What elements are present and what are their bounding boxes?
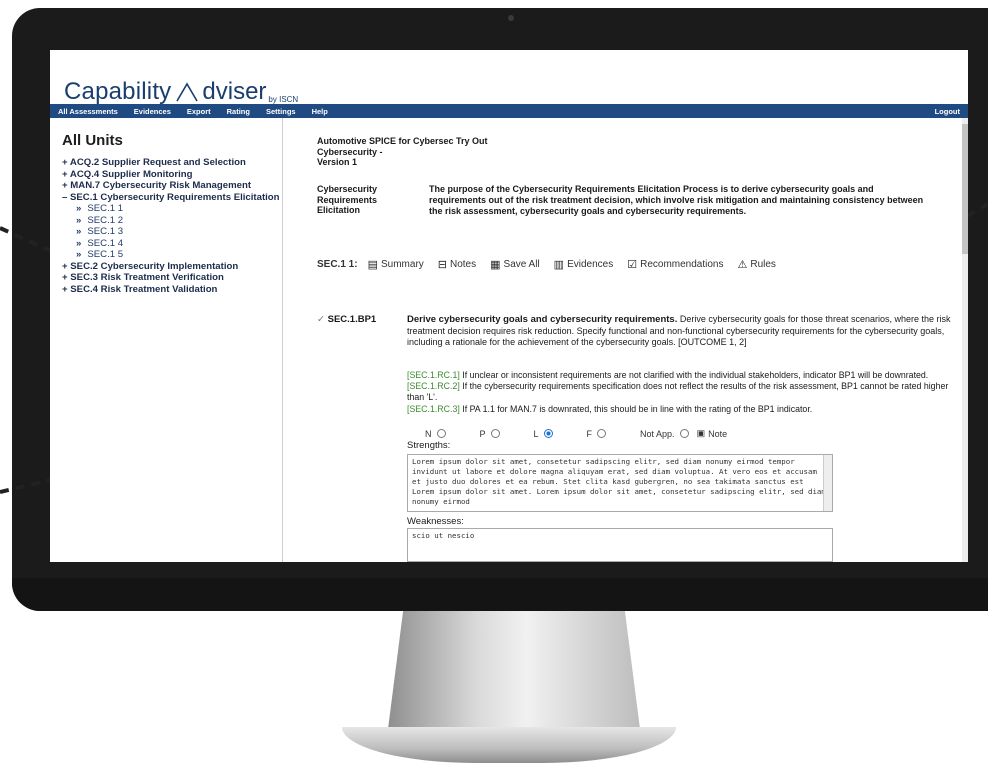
radio-icon xyxy=(679,429,689,438)
rule-code: [SEC.1.RC.2] xyxy=(407,381,460,392)
recommendations-icon: ☑ xyxy=(627,259,638,271)
rating-option-n[interactable]: N xyxy=(425,428,446,439)
logo-word-capability: Capability xyxy=(64,78,172,105)
radio-icon xyxy=(436,429,446,438)
top-menu-bar: All Assessments Evidences Export Rating … xyxy=(50,104,968,118)
note-icon: ▣ xyxy=(696,428,706,438)
tree-subitem-sec1-5[interactable]: » SEC.1 5 xyxy=(62,249,282,261)
chevron-right-icon: » xyxy=(76,214,82,226)
menu-settings[interactable]: Settings xyxy=(258,107,304,116)
rules-button[interactable]: ⚠ Rules xyxy=(737,258,775,271)
assessment-version: Version 1 xyxy=(317,157,358,167)
app-screen: Capability dviser by ISCN All Assessment… xyxy=(50,50,968,562)
unit-toolbar: SEC.1 1: ▤ Summary ⊟ Notes ▦ Save All ▥ Evid… xyxy=(317,258,790,271)
save-icon: ▦ xyxy=(490,259,501,271)
logo-word-adviser: dviser xyxy=(202,78,267,105)
radio-icon xyxy=(597,429,607,438)
rule-code: [SEC.1.RC.1] xyxy=(407,370,460,380)
radio-icon xyxy=(490,429,500,438)
menu-logout[interactable]: Logout xyxy=(927,107,968,116)
process-name: Cybersecurity Requirements Elicitation xyxy=(317,184,378,215)
rating-option-p[interactable]: P xyxy=(480,428,500,439)
menu-rating[interactable]: Rating xyxy=(219,107,258,116)
rating-option-not-app[interactable]: Not App. xyxy=(640,428,689,439)
tree-item-sec4[interactable]: + SEC.4 Risk Treatment Validation xyxy=(62,284,282,296)
chevron-right-icon: » xyxy=(76,249,82,260)
assessment-header: Automotive SPICE for Cybersec Try Out Cy… xyxy=(317,136,517,168)
radio-selected-icon xyxy=(543,429,553,438)
unit-tree: + ACQ.2 Supplier Request and Selection +… xyxy=(62,157,282,295)
weaknesses-label: Weaknesses: xyxy=(407,516,464,527)
check-icon: ✓ xyxy=(317,314,325,325)
tree-subitem-sec1-2[interactable]: » SEC.1 2 xyxy=(62,215,282,227)
tree-item-sec1[interactable]: – SEC.1 Cybersecurity Requirements Elici… xyxy=(62,192,282,204)
textarea-scrollbar[interactable] xyxy=(823,455,832,511)
notes-icon: ⊟ xyxy=(437,259,447,271)
chevron-right-icon: » xyxy=(76,226,82,237)
assessment-title: Automotive SPICE for Cybersec Try Out xyxy=(317,136,488,146)
notes-button[interactable]: ⊟ Notes xyxy=(438,258,476,271)
rule-rc3: [SEC.1.RC.3] If PA 1.1 for MAN.7 is down… xyxy=(407,403,813,414)
bp-title: Derive cybersecurity goals and cybersecu… xyxy=(407,314,678,325)
process-purpose: The purpose of the Cybersecurity Require… xyxy=(429,184,924,216)
tree-item-acq2[interactable]: + ACQ.2 Supplier Request and Selection xyxy=(62,157,282,169)
logo-by-iscn: by ISCN xyxy=(268,95,299,104)
toolbar-section-label: SEC.1 1: xyxy=(317,259,358,270)
rule-rc1: [SEC.1.RC.1] If unclear or inconsistent … xyxy=(407,370,929,380)
tree-subitem-sec1-1[interactable]: » SEC.1 1 xyxy=(62,203,282,215)
rating-radio-group: N P L F Not App. ▣ Note xyxy=(425,428,761,439)
page-scrollbar[interactable] xyxy=(962,118,968,562)
rating-option-f[interactable]: F xyxy=(587,428,607,439)
bp-id: ✓ SEC.1.BP1 xyxy=(317,314,376,325)
assessment-subtitle: Cybersecurity - xyxy=(317,146,383,157)
tree-subitem-sec1-3[interactable]: » SEC.1 3 xyxy=(62,226,282,238)
summary-icon: ▤ xyxy=(367,259,378,271)
summary-button[interactable]: ▤ Summary xyxy=(368,258,424,271)
tree-item-sec3[interactable]: + SEC.3 Risk Treatment Verification xyxy=(62,272,282,284)
chevron-right-icon: » xyxy=(76,237,82,249)
units-sidebar: All Units + ACQ.2 Supplier Request and S… xyxy=(50,118,283,562)
save-all-button[interactable]: ▦ Save All xyxy=(490,258,540,271)
evidences-icon: ▥ xyxy=(553,259,565,271)
logo-peak-icon xyxy=(176,82,199,102)
sidebar-title: All Units xyxy=(62,132,123,149)
app-logo: Capability dviser by ISCN xyxy=(64,62,298,106)
scrollbar-thumb[interactable] xyxy=(962,124,968,254)
bp-description: Derive cybersecurity goals and cybersecu… xyxy=(407,314,957,349)
tree-item-man7[interactable]: + MAN.7 Cybersecurity Risk Management xyxy=(62,180,282,192)
strengths-label: Strengths: xyxy=(407,440,451,451)
rule-rc2: [SEC.1.RC.2] If the cybersecurity requir… xyxy=(407,381,949,403)
rule-code: [SEC.1.RC.3] xyxy=(407,403,460,414)
menu-all-assessments[interactable]: All Assessments xyxy=(50,107,126,116)
menu-evidences[interactable]: Evidences xyxy=(126,107,179,116)
rating-rules: [SEC.1.RC.1] If unclear or inconsistent … xyxy=(407,370,957,415)
strengths-textarea[interactable]: Lorem ipsum dolor sit amet, consetetur s… xyxy=(407,454,833,512)
rules-icon: ⚠ xyxy=(737,259,748,271)
tree-item-sec2[interactable]: + SEC.2 Cybersecurity Implementation xyxy=(62,261,282,273)
rating-option-l[interactable]: L xyxy=(534,428,553,439)
main-content: Automotive SPICE for Cybersec Try Out Cy… xyxy=(283,118,963,562)
chevron-right-icon: » xyxy=(76,203,82,214)
menu-export[interactable]: Export xyxy=(179,107,219,116)
weaknesses-textarea[interactable]: scio ut nescio xyxy=(407,528,833,562)
evidences-button[interactable]: ▥ Evidences xyxy=(554,258,614,271)
bp-id-label: SEC.1.BP1 xyxy=(327,314,377,325)
tree-subitem-sec1-4[interactable]: » SEC.1 4 xyxy=(62,238,282,250)
tree-item-acq4[interactable]: + ACQ.4 Supplier Monitoring xyxy=(62,169,282,181)
recommendations-button[interactable]: ☑ Recommendations xyxy=(627,258,723,271)
note-button[interactable]: ▣ Note xyxy=(697,428,728,439)
menu-help[interactable]: Help xyxy=(304,107,336,116)
